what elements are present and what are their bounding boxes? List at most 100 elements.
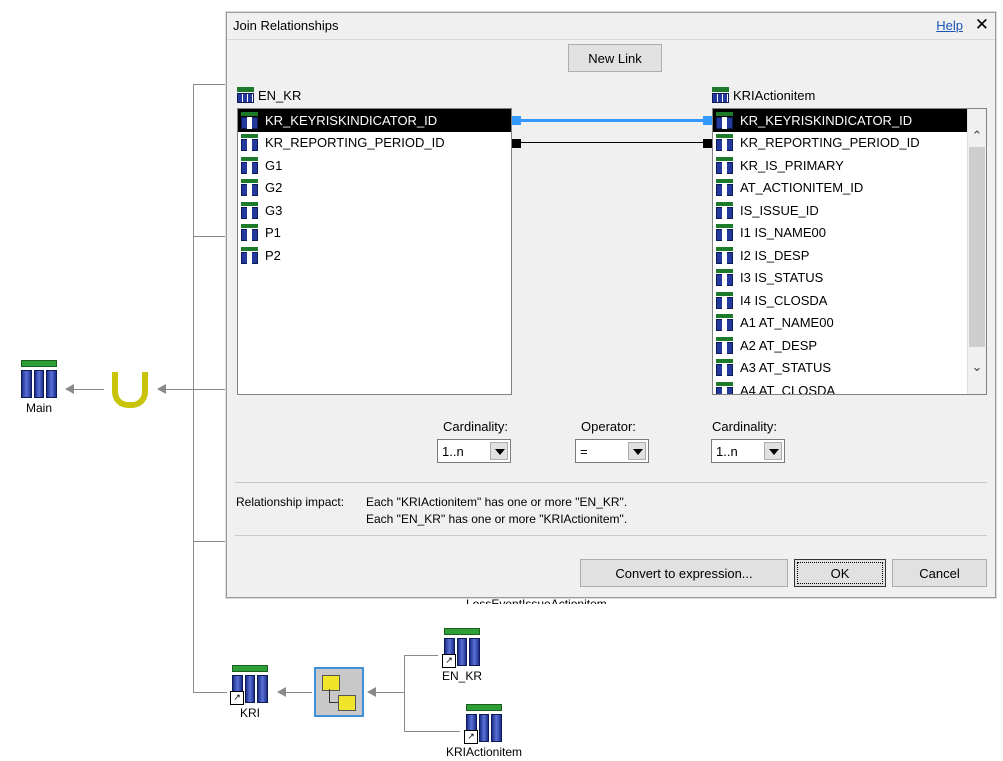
column-icon — [241, 224, 258, 242]
column-name: KR_KEYRISKINDICATOR_ID — [265, 112, 438, 128]
column-list-item[interactable]: I2 IS_DESP — [713, 244, 986, 267]
column-name: G2 — [265, 180, 283, 196]
column-list-item[interactable]: KR_REPORTING_PERIOD_ID — [238, 132, 511, 155]
column-list-item[interactable]: KR_KEYRISKINDICATOR_ID — [238, 109, 511, 132]
query-icon: ↗ — [464, 704, 503, 744]
link-handle[interactable] — [512, 138, 521, 148]
tree-connector-branch-2 — [193, 236, 227, 237]
column-name: KR_IS_PRIMARY — [740, 157, 844, 173]
link-handle[interactable] — [703, 116, 712, 125]
column-name: G1 — [265, 157, 283, 173]
column-name: A4 AT_CLOSDA — [740, 382, 836, 395]
main-node-label: Main — [25, 401, 52, 415]
column-icon — [716, 269, 733, 287]
column-list-item[interactable]: KR_REPORTING_PERIOD_ID — [713, 132, 986, 155]
left-column-list[interactable]: KR_KEYRISKINDICATOR_ID KR_REPORTING_PERIO… — [237, 108, 512, 395]
impact-line-2: Each "EN_KR" has one or more "KRIActioni… — [366, 512, 628, 526]
en-kr-query-node[interactable]: ↗ EN_KR — [436, 628, 488, 683]
cancel-button[interactable]: Cancel — [892, 559, 987, 587]
help-link[interactable]: Help — [936, 18, 963, 33]
column-name: KR_REPORTING_PERIOD_ID — [265, 135, 445, 151]
kriactionitem-query-node[interactable]: ↗ KRIActionitem — [436, 704, 532, 759]
cardinality-right-value: 1..n — [716, 444, 738, 459]
column-icon — [241, 201, 258, 219]
link-handle[interactable] — [512, 116, 521, 125]
column-name: I2 IS_DESP — [740, 247, 810, 263]
right-list-scrollbar[interactable]: ⌃ ⌄ — [967, 109, 986, 394]
arrow-join-to-kri — [277, 687, 312, 697]
column-list-item[interactable]: G1 — [238, 154, 511, 177]
column-icon — [716, 359, 733, 377]
column-list-item[interactable]: A1 AT_NAME00 — [713, 312, 986, 335]
column-name: IS_ISSUE_ID — [740, 202, 819, 218]
column-list-item[interactable]: KR_KEYRISKINDICATOR_ID — [713, 109, 986, 132]
dialog-titlebar[interactable]: Join Relationships Help ✕ — [227, 13, 995, 40]
query-icon: ↗ — [442, 628, 481, 668]
cardinality-left-select[interactable]: 1..n — [437, 439, 511, 463]
column-list-item[interactable]: P2 — [238, 244, 511, 267]
column-name: A1 AT_NAME00 — [740, 315, 834, 331]
column-name: A2 AT_DESP — [740, 337, 818, 353]
column-icon — [241, 111, 258, 129]
cardinality-right-select[interactable]: 1..n — [711, 439, 785, 463]
cardinality-left-label: Cardinality: — [443, 419, 509, 434]
left-table-name: EN_KR — [258, 87, 302, 103]
column-name: I3 IS_STATUS — [740, 270, 824, 286]
operator-select[interactable]: = — [575, 439, 649, 463]
kri-node-label: KRI — [239, 706, 260, 720]
column-list-item[interactable]: I4 IS_CLOSDA — [713, 289, 986, 312]
column-list-item[interactable]: G3 — [238, 199, 511, 222]
column-list-item[interactable]: A2 AT_DESP — [713, 334, 986, 357]
column-list-item[interactable]: AT_ACTIONITEM_ID — [713, 177, 986, 200]
chevron-down-icon[interactable] — [490, 442, 508, 460]
column-list-item[interactable]: KR_IS_PRIMARY — [713, 154, 986, 177]
shortcut-icon: ↗ — [442, 654, 456, 668]
column-list-item[interactable]: G2 — [238, 177, 511, 200]
column-icon — [241, 179, 258, 197]
scroll-thumb[interactable] — [969, 147, 985, 347]
convert-to-expression-button[interactable]: Convert to expression... — [580, 559, 788, 587]
main-query-node[interactable]: Main — [18, 360, 60, 415]
column-list-item[interactable]: P1 — [238, 222, 511, 245]
column-name: KR_REPORTING_PERIOD_ID — [740, 135, 920, 151]
chevron-down-icon[interactable] — [628, 442, 646, 460]
column-icon — [716, 224, 733, 242]
column-list-item[interactable]: I1 IS_NAME00 — [713, 222, 986, 245]
column-name: G3 — [265, 202, 283, 218]
right-table-name: KRIActionitem — [733, 87, 816, 103]
arrow-to-main — [65, 384, 104, 394]
kri-query-node[interactable]: ↗ KRI — [229, 665, 271, 720]
column-icon — [716, 156, 733, 174]
close-icon[interactable]: ✕ — [975, 15, 989, 35]
shortcut-icon: ↗ — [464, 730, 478, 744]
column-icon — [716, 291, 733, 309]
column-list-item[interactable]: IS_ISSUE_ID — [713, 199, 986, 222]
right-column-list[interactable]: KR_KEYRISKINDICATOR_ID KR_REPORTING_PERIO… — [712, 108, 987, 395]
chevron-down-icon[interactable] — [764, 442, 782, 460]
scroll-up-icon[interactable]: ⌃ — [968, 127, 986, 145]
tree-connector-branch-4 — [193, 541, 227, 542]
column-icon — [716, 201, 733, 219]
impact-label: Relationship impact: — [236, 495, 345, 509]
link-handle[interactable] — [703, 138, 712, 148]
union-icon[interactable] — [108, 370, 148, 412]
ok-button[interactable]: OK — [794, 559, 886, 587]
column-name: P1 — [265, 225, 281, 241]
scroll-down-icon[interactable]: ⌄ — [968, 358, 986, 376]
en-kr-node-label: EN_KR — [441, 669, 482, 683]
column-name: I1 IS_NAME00 — [740, 225, 826, 241]
column-list-item[interactable]: A4 AT_CLOSDA — [713, 379, 986, 395]
table-icon — [237, 87, 254, 103]
join-branch-top — [404, 655, 438, 656]
join-branch-vertical — [404, 655, 405, 731]
column-icon — [716, 179, 733, 197]
join-link-line[interactable] — [513, 141, 711, 143]
column-icon — [716, 381, 733, 394]
new-link-button[interactable]: New Link — [568, 44, 662, 72]
column-list-item[interactable]: I3 IS_STATUS — [713, 267, 986, 290]
column-name: A3 AT_STATUS — [740, 360, 832, 376]
join-icon[interactable] — [314, 667, 364, 717]
join-link-line[interactable] — [513, 119, 711, 122]
query-icon — [21, 360, 58, 398]
column-list-item[interactable]: A3 AT_STATUS — [713, 357, 986, 380]
